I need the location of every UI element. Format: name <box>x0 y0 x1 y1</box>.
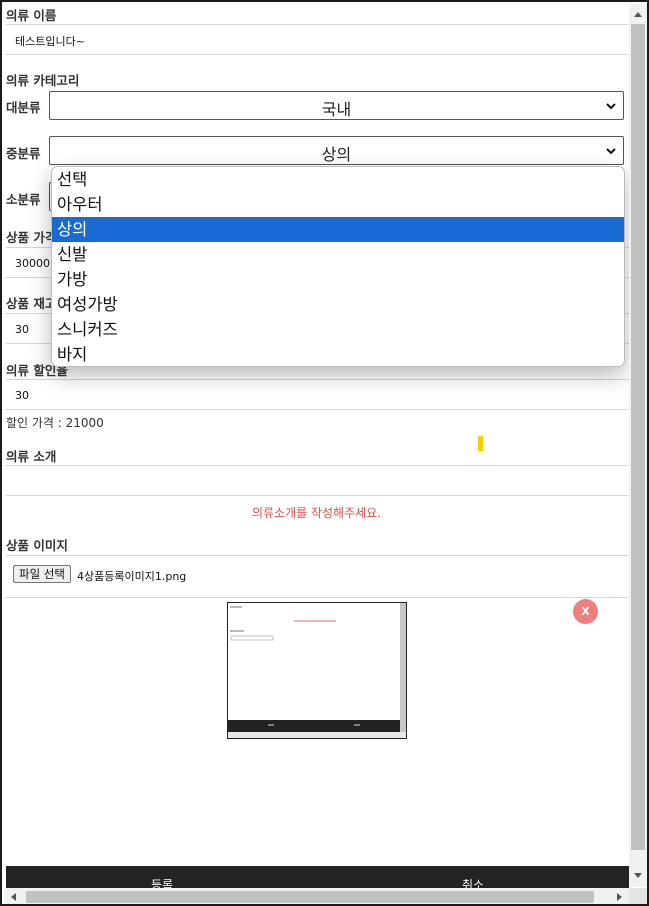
mid-category-dropdown: 선택 아우터 상의 신발 가방 여성가방 스니커즈 바지 <box>51 166 625 367</box>
intro-error-message: 의류소개를 작성해주세요. <box>251 506 382 520</box>
dropdown-option-selected[interactable]: 상의 <box>52 217 624 242</box>
arrow-up-icon[interactable] <box>633 11 643 18</box>
arrow-down-icon[interactable] <box>633 872 643 879</box>
major-category-label: 대분류 <box>6 100 41 115</box>
dropdown-option[interactable]: 신발 <box>52 242 624 267</box>
major-category-value: 국내 <box>321 100 352 119</box>
file-select-button[interactable]: 파일 선택 <box>13 565 71 583</box>
scrollbar-corner <box>629 888 647 904</box>
vertical-scrollbar[interactable] <box>629 4 647 887</box>
discount-price-text: 할인 가격 : 21000 <box>6 416 104 430</box>
dropdown-option[interactable]: 여성가방 <box>52 292 624 317</box>
price-input-value: 30000 <box>15 257 50 270</box>
submit-button[interactable]: 등록 <box>151 876 173 888</box>
dropdown-option[interactable]: 아우터 <box>52 192 624 217</box>
stock-input-value: 30 <box>15 323 29 336</box>
name-label: 의류 이름 <box>6 8 57 23</box>
text-cursor-marker <box>478 436 483 451</box>
intro-label: 의류 소개 <box>6 449 57 464</box>
price-label: 상품 가격 <box>6 230 57 245</box>
major-category-select[interactable]: 국내 <box>49 91 624 120</box>
dropdown-option[interactable]: 스니커즈 <box>52 317 624 342</box>
bottom-action-bar: 등록 취소 <box>6 866 629 888</box>
mid-category-select[interactable]: 상의 <box>49 136 624 165</box>
dropdown-option[interactable]: 가방 <box>52 267 624 292</box>
cancel-button[interactable]: 취소 <box>462 876 484 888</box>
delete-image-button[interactable]: X <box>573 599 598 624</box>
file-name: 4상품등록이미지1.png <box>77 570 187 583</box>
category-label: 의류 카테고리 <box>6 73 80 88</box>
arrow-right-icon[interactable] <box>616 892 623 902</box>
product-form: 의류 이름 테스트입니다~ 의류 카테고리 대분류 국내 중분류 상의 소분류 … <box>4 2 629 888</box>
chevron-down-icon <box>606 148 616 155</box>
mid-category-label: 중분류 <box>6 146 41 161</box>
preview-thumbnail-graphic <box>228 603 406 738</box>
vertical-scrollbar-thumb[interactable] <box>631 24 645 850</box>
image-label: 상품 이미지 <box>6 538 68 553</box>
dropdown-option[interactable]: 선택 <box>52 167 624 192</box>
stock-label: 상품 재고 <box>6 296 57 311</box>
arrow-left-icon[interactable] <box>10 892 17 902</box>
intro-input[interactable] <box>6 465 629 496</box>
image-preview <box>227 602 407 739</box>
minor-category-label: 소분류 <box>6 192 41 207</box>
browser-frame: 의류 이름 테스트입니다~ 의류 카테고리 대분류 국내 중분류 상의 소분류 … <box>0 0 649 906</box>
horizontal-scrollbar-thumb[interactable] <box>26 891 594 903</box>
chevron-down-icon <box>606 103 616 110</box>
mid-category-value: 상의 <box>321 145 352 164</box>
name-input-value: 테스트입니다~ <box>15 35 85 48</box>
horizontal-scrollbar[interactable] <box>4 888 629 904</box>
name-input[interactable]: 테스트입니다~ <box>6 24 629 55</box>
dropdown-option[interactable]: 바지 <box>52 342 624 366</box>
discount-input-value: 30 <box>15 389 29 402</box>
discount-input[interactable]: 30 <box>6 379 629 410</box>
